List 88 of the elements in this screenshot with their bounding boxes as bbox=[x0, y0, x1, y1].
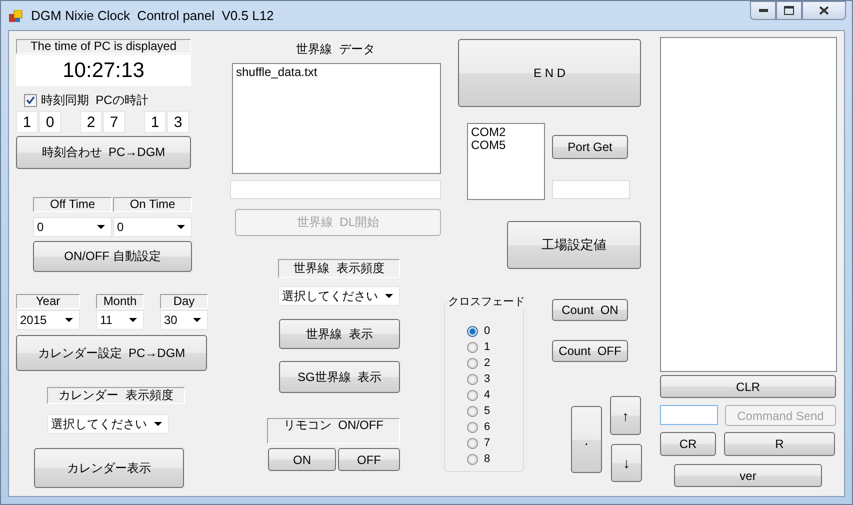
file-item[interactable]: shuffle_data.txt bbox=[236, 66, 437, 79]
worldline-show-button[interactable]: SG世界線 表示 bbox=[279, 361, 400, 393]
digit-field[interactable]: 2 bbox=[80, 111, 102, 133]
worldline-show-button[interactable]: 世界線 表示 bbox=[279, 319, 400, 349]
set-time-button[interactable]: 時刻合わせ PC→DGM bbox=[16, 136, 191, 169]
r-button[interactable]: R bbox=[724, 432, 835, 456]
maximize-icon bbox=[784, 6, 794, 15]
minimize-button[interactable] bbox=[750, 1, 776, 20]
radio-label: 1 bbox=[484, 341, 490, 353]
crossfade-title: クロスフェード bbox=[447, 295, 526, 309]
radio-button[interactable] bbox=[467, 454, 478, 464]
time-dropdown[interactable]: 0 bbox=[33, 217, 112, 237]
dropdown-arrow-icon bbox=[385, 294, 393, 298]
port-field[interactable] bbox=[552, 180, 630, 199]
radio-label: 7 bbox=[484, 437, 490, 449]
close-button[interactable] bbox=[802, 1, 846, 20]
time-dropdown[interactable]: 0 bbox=[113, 217, 192, 237]
worldline-data-caption: 世界線 データ bbox=[295, 41, 376, 55]
remote-button[interactable]: OFF bbox=[338, 448, 400, 471]
remote-button[interactable]: ON bbox=[268, 448, 336, 471]
factory-settings-button[interactable]: 工場設定値 bbox=[507, 221, 641, 269]
dot-button[interactable]: . bbox=[571, 406, 602, 473]
radio-button[interactable] bbox=[467, 374, 478, 384]
calendar-show-button[interactable]: カレンダー表示 bbox=[34, 448, 184, 488]
port-item[interactable]: COM5 bbox=[471, 139, 541, 152]
radio-label: 6 bbox=[484, 421, 490, 433]
radio-label: 2 bbox=[484, 357, 490, 369]
date-label: Month bbox=[96, 294, 144, 309]
calendar-frequency-label: カレンダー 表示頻度 bbox=[47, 387, 185, 404]
sync-label: 時刻同期 PCの時計 bbox=[41, 92, 148, 109]
date-dropdown[interactable]: 11 bbox=[96, 310, 144, 330]
count-button[interactable]: Count OFF bbox=[552, 340, 628, 362]
dropdown-arrow-icon bbox=[177, 225, 185, 229]
digit-field[interactable]: 1 bbox=[144, 111, 166, 133]
up-button[interactable]: ↑ bbox=[610, 396, 641, 435]
digit-field[interactable]: 3 bbox=[167, 111, 189, 133]
remote-label: リモコン ON/OFF bbox=[267, 418, 400, 444]
date-dropdown[interactable]: 30 bbox=[160, 310, 208, 330]
command-field[interactable] bbox=[660, 405, 718, 425]
dropdown-arrow-icon bbox=[97, 225, 105, 229]
minimize-icon bbox=[758, 8, 768, 12]
clear-button[interactable]: CLR bbox=[660, 375, 836, 398]
auto-onoff-button[interactable]: ON/OFF 自動設定 bbox=[33, 241, 192, 272]
count-button[interactable]: Count ON bbox=[552, 299, 628, 321]
path-field[interactable] bbox=[230, 180, 441, 199]
worldline-frequency-label: 世界線 表示頻度 bbox=[278, 259, 400, 278]
close-icon bbox=[819, 6, 829, 15]
dropdown-arrow-icon bbox=[193, 318, 201, 322]
cr-button[interactable]: CR bbox=[660, 432, 716, 456]
radio-label: 0 bbox=[484, 325, 490, 337]
sync-checkbox[interactable] bbox=[24, 94, 37, 107]
port-get-button[interactable]: Port Get bbox=[552, 135, 628, 159]
radio-label: 4 bbox=[484, 389, 490, 401]
dropdown-arrow-icon bbox=[129, 318, 137, 322]
time-label: On Time bbox=[113, 197, 192, 212]
down-button[interactable]: ↓ bbox=[611, 444, 642, 482]
worldline-frequency-dropdown[interactable]: 選択してください bbox=[278, 286, 400, 306]
maximize-button[interactable] bbox=[776, 1, 802, 20]
app-icon bbox=[9, 10, 23, 22]
radio-button[interactable] bbox=[467, 390, 478, 400]
version-button[interactable]: ver bbox=[674, 464, 822, 487]
radio-button[interactable] bbox=[467, 422, 478, 432]
digit-field[interactable]: 7 bbox=[103, 111, 125, 133]
date-label: Day bbox=[160, 294, 208, 309]
date-dropdown[interactable]: 2015 bbox=[16, 310, 80, 330]
dropdown-arrow-icon bbox=[65, 318, 73, 322]
end-button[interactable]: E N D bbox=[458, 39, 641, 107]
file-list[interactable]: shuffle_data.txt bbox=[232, 63, 441, 174]
radio-button[interactable] bbox=[467, 438, 478, 448]
date-label: Year bbox=[16, 294, 80, 309]
digit-field[interactable]: 1 bbox=[16, 111, 38, 133]
calendar-set-button[interactable]: カレンダー設定 PC→DGM bbox=[16, 335, 207, 371]
dropdown-arrow-icon bbox=[154, 422, 162, 426]
radio-button[interactable] bbox=[467, 326, 478, 336]
digit-field[interactable]: 0 bbox=[39, 111, 61, 133]
radio-button[interactable] bbox=[467, 358, 478, 368]
clock-display: 10:27:13 bbox=[16, 55, 191, 86]
port-item[interactable]: COM2 bbox=[471, 126, 541, 139]
radio-button[interactable] bbox=[467, 406, 478, 416]
window-title: DGM Nixie Clock Control panel V0.5 L12 bbox=[31, 8, 274, 23]
port-list[interactable]: COM2 COM5 bbox=[467, 123, 545, 200]
radio-button[interactable] bbox=[467, 342, 478, 352]
time-label: Off Time bbox=[33, 197, 112, 212]
time-caption: The time of PC is displayed bbox=[16, 39, 191, 54]
radio-label: 5 bbox=[484, 405, 490, 417]
radio-label: 3 bbox=[484, 373, 490, 385]
calendar-frequency-dropdown[interactable]: 選択してください bbox=[47, 414, 169, 434]
radio-label: 8 bbox=[484, 453, 490, 465]
